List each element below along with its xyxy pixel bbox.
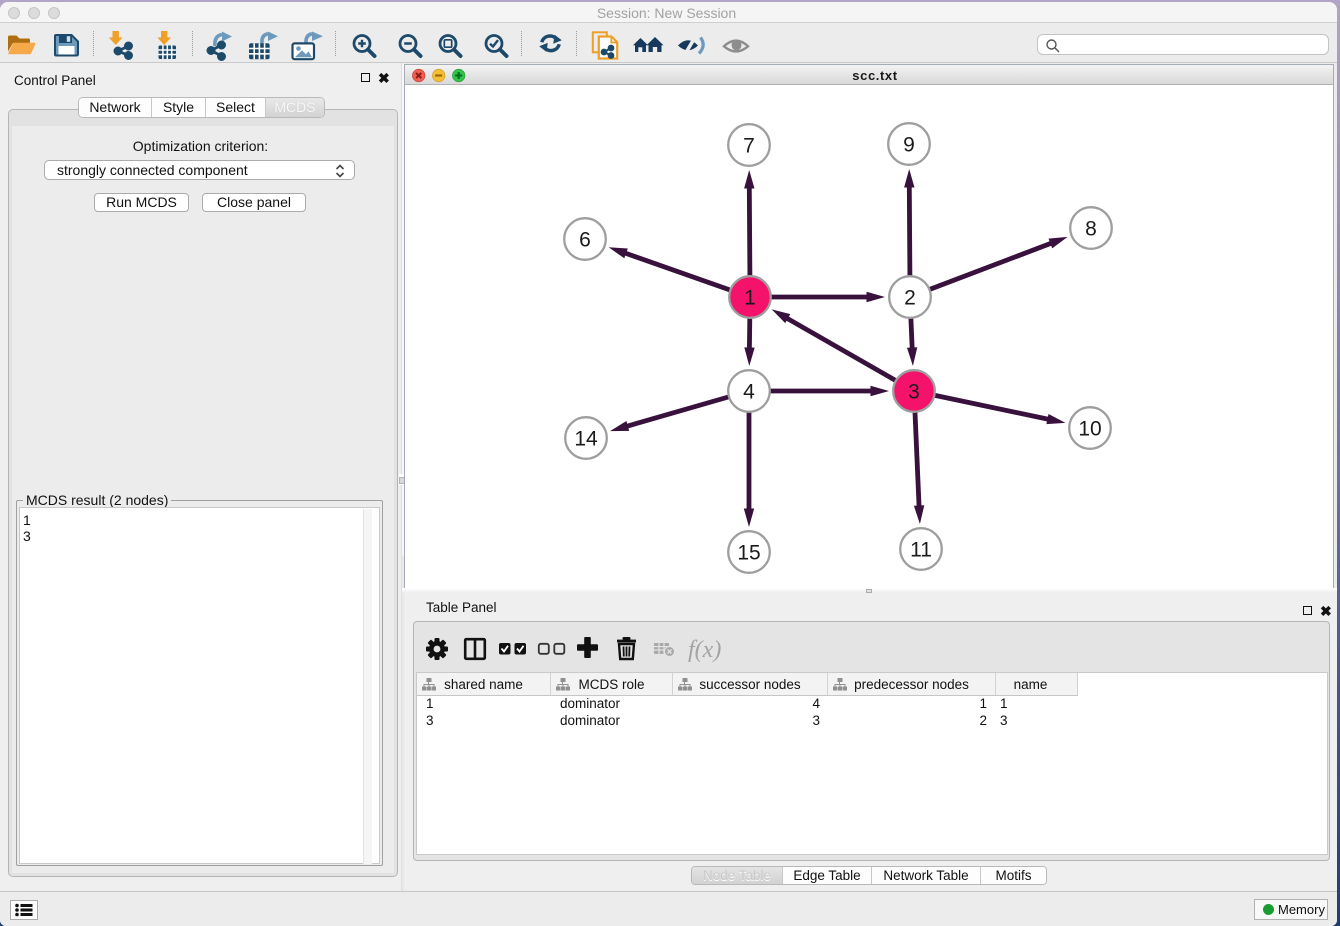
svg-text:7: 7 [743,135,755,158]
svg-text:3: 3 [908,381,920,404]
svg-text:f(x): f(x) [688,637,721,663]
svg-text:10: 10 [1078,418,1101,441]
svg-text:9: 9 [903,134,915,157]
svg-text:4: 4 [743,381,755,404]
svg-text:2: 2 [904,287,916,310]
svg-text:15: 15 [737,542,760,565]
svg-text:11: 11 [910,539,932,562]
svg-text:1: 1 [744,287,756,310]
svg-text:14: 14 [574,428,598,451]
svg-text:6: 6 [579,229,591,252]
svg-text:8: 8 [1085,218,1097,241]
